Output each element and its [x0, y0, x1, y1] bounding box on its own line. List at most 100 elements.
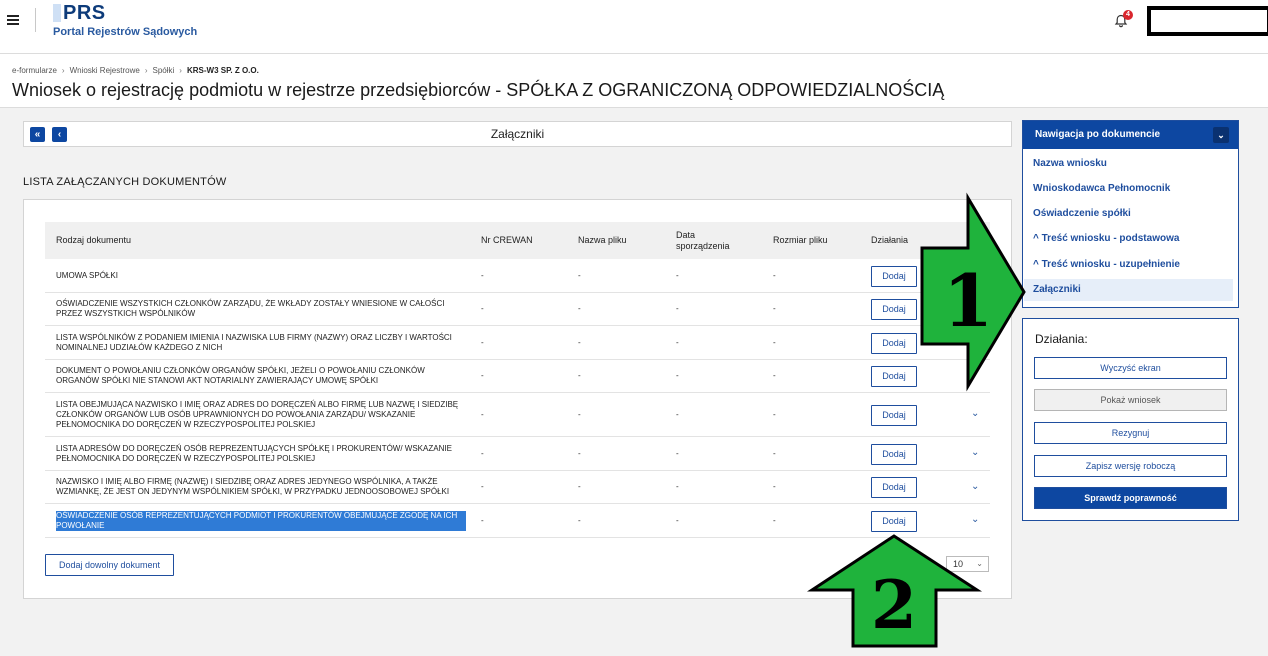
file-name-cell: -	[578, 515, 581, 525]
table-row: OŚWIADCZENIE WSZYSTKICH CZŁONKÓW ZARZĄDU…	[45, 293, 990, 326]
table-row: LISTA ADRESÓW DO DORĘCZEŃ OSÓB REPREZENT…	[45, 437, 990, 471]
chevron-down-icon: ⌄	[976, 559, 983, 568]
document-type-text: OŚWIADCZENIE OSÓB REPREZENTUJĄCYCH PODMI…	[56, 510, 466, 531]
date-cell: -	[676, 337, 679, 347]
menu-icon[interactable]	[7, 15, 19, 27]
nav-item-company-statement[interactable]: Oświadczenie spółki	[1024, 203, 1233, 225]
file-size-cell: -	[773, 371, 776, 380]
file-name-cell: -	[578, 448, 581, 458]
file-size-cell: -	[773, 337, 776, 347]
chevron-right-icon: ›	[61, 66, 65, 75]
header-divider	[35, 8, 36, 32]
actions-panel: Działania: Wyczyść ekran Pokaż wniosek R…	[1022, 318, 1239, 521]
file-size-cell: -	[773, 270, 776, 280]
document-type-text: LISTA OBEJMUJĄCA NAZWISKO I IMIĘ ORAZ AD…	[56, 399, 459, 429]
resign-button[interactable]: Rezygnuj	[1034, 422, 1227, 444]
logo-subtitle[interactable]: Portal Rejestrów Sądowych	[53, 26, 197, 38]
column-header: Nazwa pliku	[578, 235, 627, 246]
add-document-button[interactable]: Dodaj	[871, 333, 917, 354]
document-type-text: LISTA ADRESÓW DO DORĘCZEŃ OSÓB REPREZENT…	[56, 443, 452, 463]
add-document-button[interactable]: Dodaj	[871, 511, 917, 532]
document-type-cell: NAZWISKO I IMIĘ ALBO FIRMĘ (NAZWĘ) I SIE…	[56, 471, 466, 503]
chevron-down-icon[interactable]: ⌄	[971, 514, 979, 525]
document-type-cell: OŚWIADCZENIE OSÓB REPREZENTUJĄCYCH PODMI…	[56, 504, 466, 537]
column-header: Rozmiar pliku	[773, 235, 828, 246]
add-document-button[interactable]: Dodaj	[871, 444, 917, 465]
add-document-button[interactable]: Dodaj	[871, 477, 917, 498]
add-document-button[interactable]: Dodaj	[871, 366, 917, 387]
file-name-cell: -	[578, 304, 581, 313]
document-type-cell: LISTA ADRESÓW DO DORĘCZEŃ OSÓB REPREZENT…	[56, 437, 466, 470]
navigation-title: Nawigacja po dokumencie	[1035, 129, 1161, 140]
document-type-text: UMOWA SPÓŁKI	[56, 270, 118, 280]
clear-screen-button[interactable]: Wyczyść ekran	[1034, 357, 1227, 379]
chevron-down-icon[interactable]: ⌄	[971, 481, 979, 492]
save-draft-button[interactable]: Zapisz wersję roboczą	[1034, 455, 1227, 477]
file-size-cell: -	[773, 409, 776, 419]
add-any-document-button[interactable]: Dodaj dowolny dokument	[45, 554, 174, 576]
crewan-cell: -	[481, 409, 484, 419]
crewan-cell: -	[481, 515, 484, 525]
page-size-select[interactable]: 10 ⌄	[946, 556, 989, 572]
table-row: UMOWA SPÓŁKI - - - - Dodaj	[45, 259, 990, 293]
breadcrumb-item[interactable]: e-formularze	[12, 66, 57, 75]
breadcrumb-item[interactable]: Wnioski Rejestrowe	[70, 66, 140, 75]
date-cell: -	[676, 482, 679, 491]
document-type-text: LISTA WSPÓLNIKÓW Z PODANIEM IMIENIA I NA…	[56, 332, 452, 352]
table-row: NAZWISKO I IMIĘ ALBO FIRMĘ (NAZWĘ) I SIE…	[45, 471, 990, 504]
chevron-down-icon[interactable]: ⌄	[971, 447, 979, 458]
page-title: Wniosek o rejestrację podmiotu w rejestr…	[12, 80, 945, 100]
column-header: Rodzaj dokumentu	[56, 235, 132, 246]
table-row: DOKUMENT O POWOŁANIU CZŁONKÓW ORGANÓW SP…	[45, 360, 990, 393]
actions-title: Działania:	[1035, 332, 1088, 346]
file-name-cell: -	[578, 371, 581, 380]
logo-title[interactable]: PRS	[63, 2, 106, 25]
nav-item-applicant[interactable]: Wnioskodawca Pełnomocnik	[1024, 178, 1233, 200]
add-document-button[interactable]: Dodaj	[871, 266, 917, 287]
table-row: OŚWIADCZENIE OSÓB REPREZENTUJĄCYCH PODMI…	[45, 504, 990, 538]
chevron-down-icon[interactable]: ⌄	[1213, 127, 1229, 143]
add-document-button[interactable]: Dodaj	[871, 405, 917, 426]
validate-button[interactable]: Sprawdź poprawność	[1034, 487, 1227, 509]
file-name-cell: -	[578, 337, 581, 347]
document-type-cell: LISTA WSPÓLNIKÓW Z PODANIEM IMIENIA I NA…	[56, 326, 466, 359]
document-type-text: NAZWISKO I IMIĘ ALBO FIRMĘ (NAZWĘ) I SIE…	[56, 477, 450, 496]
navigation-header[interactable]: Nawigacja po dokumencie ⌄	[1023, 121, 1238, 149]
breadcrumb: e-formularze › Wnioski Rejestrowe › Spółki › K…	[12, 66, 259, 75]
nav-item-content-basic[interactable]: ^ Treść wniosku - podstawowa	[1024, 228, 1233, 250]
show-application-button[interactable]: Pokaż wniosek	[1034, 389, 1227, 411]
chevron-right-icon: ›	[144, 66, 148, 75]
date-cell: -	[676, 270, 679, 280]
date-cell: -	[676, 304, 679, 313]
date-cell: -	[676, 371, 679, 380]
nav-item-application-name[interactable]: Nazwa wniosku	[1024, 153, 1233, 175]
section-navigator: Załączniki « ‹	[23, 121, 1012, 147]
file-size-cell: -	[773, 448, 776, 458]
document-navigation-panel: Nawigacja po dokumencie ⌄ Nazwa wniosku …	[1022, 120, 1239, 308]
crewan-cell: -	[481, 270, 484, 280]
column-header: Data sporządzenia	[676, 230, 730, 251]
document-type-cell: UMOWA SPÓŁKI	[56, 259, 466, 292]
file-name-cell: -	[578, 409, 581, 419]
crewan-cell: -	[481, 482, 484, 491]
date-cell: -	[676, 448, 679, 458]
first-section-button[interactable]: «	[30, 127, 45, 142]
crewan-cell: -	[481, 304, 484, 313]
document-type-cell: DOKUMENT O POWOŁANIU CZŁONKÓW ORGANÓW SP…	[56, 360, 466, 392]
table-header: Rodzaj dokumentu Nr CREWAN Nazwa pliku D…	[45, 222, 990, 259]
breadcrumb-current: KRS-W3 SP. Z O.O.	[186, 66, 259, 75]
add-document-button[interactable]: Dodaj	[871, 299, 917, 320]
document-type-text: DOKUMENT O POWOŁANIU CZŁONKÓW ORGANÓW SP…	[56, 366, 425, 385]
title-band: e-formularze › Wnioski Rejestrowe › Spółki › K…	[0, 54, 1268, 108]
crewan-cell: -	[481, 337, 484, 347]
file-size-cell: -	[773, 482, 776, 491]
breadcrumb-item[interactable]: Spółki	[153, 66, 175, 75]
nav-item-content-supplement[interactable]: ^ Treść wniosku - uzupełnienie	[1024, 254, 1233, 276]
chevron-down-icon[interactable]: ⌄	[971, 408, 979, 419]
documents-panel: Rodzaj dokumentu Nr CREWAN Nazwa pliku D…	[23, 199, 1012, 599]
previous-section-button[interactable]: ‹	[52, 127, 67, 142]
user-account-box[interactable]	[1147, 6, 1268, 36]
document-type-cell: LISTA OBEJMUJĄCA NAZWISKO I IMIĘ ORAZ AD…	[56, 393, 466, 436]
date-cell: -	[676, 409, 679, 419]
nav-item-attachments[interactable]: Załączniki	[1024, 279, 1233, 301]
